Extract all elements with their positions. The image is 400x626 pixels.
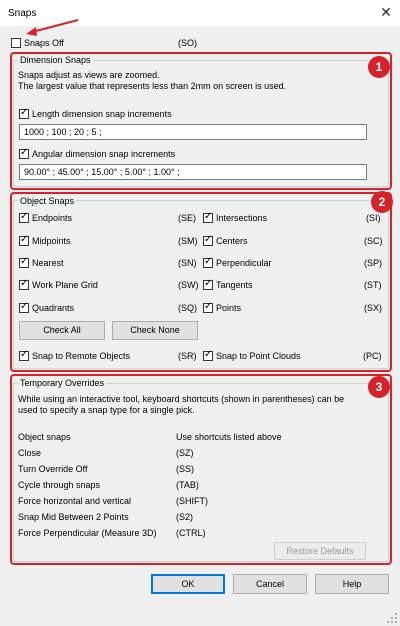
object-snaps-legend: Object Snaps [18,196,77,206]
midpoints-label: Midpoints [32,236,71,246]
point-clouds-shortcut: (PC) [363,351,382,361]
endpoints-label: Endpoints [32,213,73,223]
help-button[interactable]: Help [315,574,389,594]
override-value: (SS) [176,464,194,474]
restore-defaults-button[interactable]: Restore Defaults [274,542,366,560]
override-name: Cycle through snaps [18,480,101,490]
nearest-checkbox[interactable] [19,256,29,268]
override-value: (SZ) [176,448,194,458]
centers-checkbox[interactable] [203,234,213,246]
snaps-off-shortcut: (SO) [178,38,197,48]
work-plane-grid-shortcut: (SW) [178,280,199,290]
angular-snap-label: Angular dimension snap increments [32,149,176,159]
intersections-label: Intersections [216,213,268,223]
remote-objects-shortcut: (SR) [178,351,197,361]
override-name: Snap Mid Between 2 Points [18,512,129,522]
point-clouds-label: Snap to Point Clouds [216,351,301,361]
quadrants-label: Quadrants [32,303,75,313]
check-none-button[interactable]: Check None [112,321,198,340]
snaps-off-label: Snaps Off [24,38,64,48]
override-name: Turn Override Off [18,464,88,474]
perpendicular-checkbox[interactable] [203,256,213,268]
length-snap-checkbox[interactable] [19,107,29,119]
work-plane-grid-label: Work Plane Grid [32,280,98,290]
temporary-overrides-legend: Temporary Overrides [18,378,107,388]
intersections-checkbox[interactable] [203,211,213,223]
override-value: (CTRL) [176,528,206,538]
midpoints-checkbox[interactable] [19,234,29,246]
midpoints-shortcut: (SM) [178,236,198,246]
dimension-desc-1: Snaps adjust as views are zoomed. [18,70,160,80]
override-value: (SHIFT) [176,496,208,506]
annotation-arrow-icon [26,19,79,36]
remote-objects-label: Snap to Remote Objects [32,351,131,361]
override-name: Force horizontal and vertical [18,496,132,506]
work-plane-grid-checkbox[interactable] [19,278,29,290]
override-name: Object snaps [18,432,71,442]
tangents-label: Tangents [216,280,253,290]
override-value: (TAB) [176,480,199,490]
angular-snap-input[interactable]: 90.00° ; 45.00° ; 15.00° ; 5.00° ; 1.00°… [19,164,367,180]
check-all-button[interactable]: Check All [19,321,105,340]
endpoints-shortcut: (SE) [178,213,196,223]
dimension-snaps-legend: Dimension Snaps [18,55,93,65]
close-icon[interactable]: ✕ [378,4,394,20]
override-name: Force Perpendicular (Measure 3D) [18,528,157,538]
remote-objects-checkbox[interactable] [19,349,29,361]
badge-3: 3 [368,376,390,398]
points-shortcut: (SX) [364,303,382,313]
resize-grip-icon[interactable] [386,612,398,624]
quadrants-checkbox[interactable] [19,301,29,313]
ok-button[interactable]: OK [151,574,225,594]
point-clouds-checkbox[interactable] [203,349,213,361]
points-label: Points [216,303,242,313]
centers-shortcut: (SC) [364,236,383,246]
override-value: (S2) [176,512,194,522]
badge-2: 2 [371,191,393,213]
angular-snap-checkbox[interactable] [19,147,29,159]
override-value: Use shortcuts listed above [176,432,282,442]
override-name: Close [18,448,42,458]
nearest-shortcut: (SN) [178,258,197,268]
badge-1: 1 [368,56,390,78]
length-snap-input[interactable]: 1000 ; 100 ; 20 ; 5 ; [19,124,367,140]
tangents-checkbox[interactable] [203,278,213,290]
intersections-shortcut: (SI) [366,213,381,223]
temporary-desc-1: While using an interactive tool, keyboar… [18,394,345,404]
dimension-desc-2: The largest value that represents less t… [18,81,287,91]
centers-label: Centers [216,236,248,246]
quadrants-shortcut: (SQ) [178,303,197,313]
cancel-button[interactable]: Cancel [233,574,307,594]
perpendicular-shortcut: (SP) [364,258,382,268]
points-checkbox[interactable] [203,301,213,313]
tangents-shortcut: (ST) [364,280,382,290]
snaps-off-checkbox[interactable] [11,38,21,48]
perpendicular-label: Perpendicular [216,258,272,268]
endpoints-checkbox[interactable] [19,211,29,223]
length-snap-label: Length dimension snap increments [32,109,172,119]
temporary-desc-2: used to specify a snap type for a single… [18,405,195,415]
nearest-label: Nearest [32,258,64,268]
